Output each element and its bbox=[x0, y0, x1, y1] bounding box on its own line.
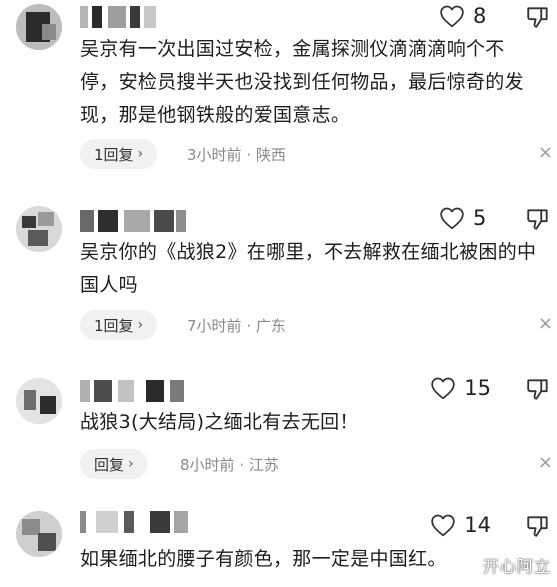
like-button[interactable]: 5 bbox=[439, 206, 491, 230]
comment-meta: 1回复 › 7小时前 · 广东 × bbox=[80, 310, 557, 340]
reply-button[interactable]: 1回复 › bbox=[80, 139, 158, 169]
reply-button[interactable]: 回复 › bbox=[80, 449, 148, 479]
heart-outline-icon bbox=[431, 514, 455, 537]
comment-meta: 1回复 › 3小时前 · 陕西 × bbox=[80, 139, 557, 169]
close-icon[interactable]: × bbox=[538, 142, 553, 163]
close-icon[interactable]: × bbox=[538, 313, 553, 334]
avatar[interactable] bbox=[16, 378, 62, 424]
comment-item: 15 战狼3(大结局)之缅北有去无回！ 回复 › 8小时前 · 江苏 × bbox=[0, 372, 557, 492]
location: 广东 bbox=[255, 317, 286, 335]
reply-label: 1回复 bbox=[94, 316, 134, 335]
comment-meta: 回复 › 8小时前 · 江苏 × bbox=[80, 449, 557, 479]
comment-text: 如果缅北的腰子有颜色，那一定是中国红。 bbox=[80, 548, 447, 570]
reply-label: 回复 bbox=[94, 455, 125, 474]
username-blurred[interactable] bbox=[80, 6, 160, 28]
username-blurred[interactable] bbox=[80, 511, 190, 533]
avatar[interactable] bbox=[16, 511, 62, 557]
heart-outline-icon bbox=[431, 377, 455, 400]
thumbs-down-icon[interactable] bbox=[525, 206, 551, 232]
location: 陕西 bbox=[255, 146, 286, 164]
location: 江苏 bbox=[248, 456, 279, 474]
thumbs-down-icon[interactable] bbox=[525, 513, 551, 539]
watermark: 开心阿立 bbox=[482, 557, 551, 576]
like-button[interactable]: 15 bbox=[430, 376, 491, 400]
like-button[interactable]: 14 bbox=[430, 513, 491, 537]
like-count: 8 bbox=[473, 4, 487, 28]
timestamp: 3小时前 bbox=[187, 146, 242, 164]
username-blurred[interactable] bbox=[80, 380, 190, 402]
comment-item: 5 吴京你的《战狼2》在哪里，不去解救在缅北被困的中国人吗 1回复 › 7小时前… bbox=[0, 200, 557, 350]
like-button[interactable]: 8 bbox=[439, 4, 491, 28]
timestamp: 7小时前 bbox=[187, 317, 242, 335]
heart-outline-icon bbox=[440, 207, 464, 230]
username-blurred[interactable] bbox=[80, 210, 190, 232]
comment-text: 战狼3(大结局)之缅北有去无回！ bbox=[80, 411, 359, 433]
avatar[interactable] bbox=[16, 4, 62, 50]
reply-button[interactable]: 1回复 › bbox=[80, 310, 158, 340]
comment-text: 吴京有一次出国过安检，金属探测仪滴滴滴响个不停，安检员搜半天也没找到任何物品，最… bbox=[80, 38, 524, 126]
timestamp-location: 8小时前 · 江苏 bbox=[180, 456, 279, 474]
thumbs-down-icon[interactable] bbox=[525, 376, 551, 402]
comment-text: 吴京你的《战狼2》在哪里，不去解救在缅北被困的中国人吗 bbox=[80, 241, 537, 296]
like-count: 5 bbox=[473, 206, 487, 230]
chevron-right-icon: › bbox=[128, 456, 134, 472]
timestamp-location: 7小时前 · 广东 bbox=[187, 317, 286, 335]
close-icon[interactable]: × bbox=[538, 452, 553, 473]
timestamp-location: 3小时前 · 陕西 bbox=[187, 146, 286, 164]
like-count: 15 bbox=[464, 376, 491, 400]
thumbs-down-icon[interactable] bbox=[525, 4, 551, 30]
heart-outline-icon bbox=[440, 5, 464, 28]
chevron-right-icon: › bbox=[137, 146, 144, 162]
comment-item: 8 吴京有一次出国过安检，金属探测仪滴滴滴响个不停，安检员搜半天也没找到任何物品… bbox=[0, 0, 557, 175]
avatar[interactable] bbox=[16, 206, 62, 252]
chevron-right-icon: › bbox=[137, 317, 144, 333]
timestamp: 8小时前 bbox=[180, 456, 235, 474]
like-count: 14 bbox=[464, 513, 491, 537]
comment-item: 14 如果缅北的腰子有颜色，那一定是中国红。 bbox=[0, 505, 557, 587]
reply-label: 1回复 bbox=[94, 145, 134, 164]
